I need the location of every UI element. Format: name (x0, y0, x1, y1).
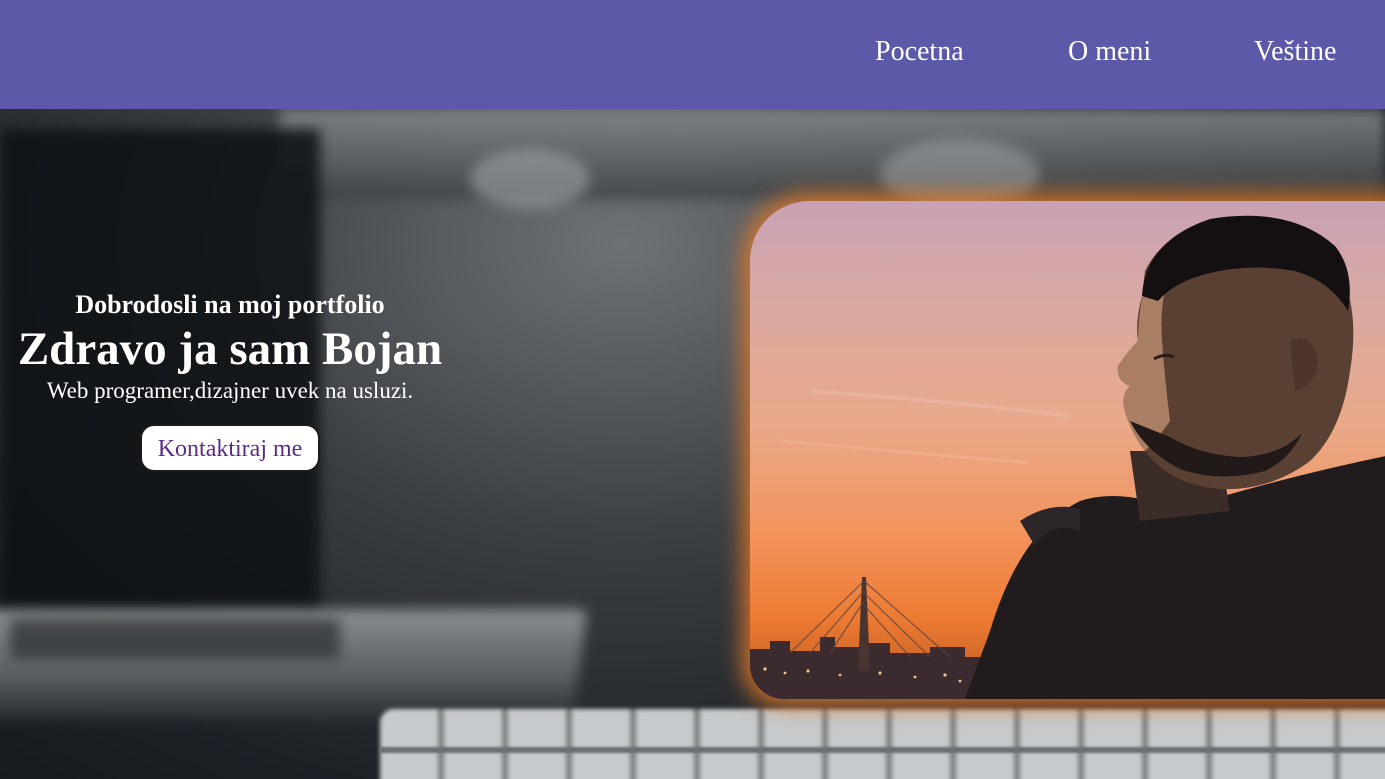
profile-photo-illustration (750, 201, 1385, 699)
hero-tagline: Web programer,dizajner uvek na usluzi. (46, 378, 414, 403)
hero-headline: Zdravo ja sam Bojan (17, 323, 443, 375)
hero-section: Dobrodosli na moj portfolio Zdravo ja sa… (0, 109, 1385, 779)
contact-me-button[interactable]: Kontaktiraj me (139, 424, 321, 472)
background-keyboard-row (380, 747, 1385, 753)
background-laptop-keys (10, 619, 340, 659)
hero-greeting: Dobrodosli na moj portfolio (75, 290, 385, 319)
nav-link-pocetna[interactable]: Pocetna (875, 34, 964, 70)
background-blur (280, 109, 1385, 199)
nav-link-o-meni[interactable]: O meni (1068, 34, 1151, 70)
background-light-blob (880, 139, 1040, 209)
background-light-blob (470, 149, 590, 209)
hero-intro: Dobrodosli na moj portfolio Zdravo ja sa… (0, 289, 460, 472)
profile-photo (750, 201, 1385, 699)
nav-link-vestine[interactable]: Veštine (1254, 34, 1336, 70)
background-keyboard (380, 709, 1385, 779)
top-navbar: Pocetna O meni Veštine (0, 0, 1385, 109)
